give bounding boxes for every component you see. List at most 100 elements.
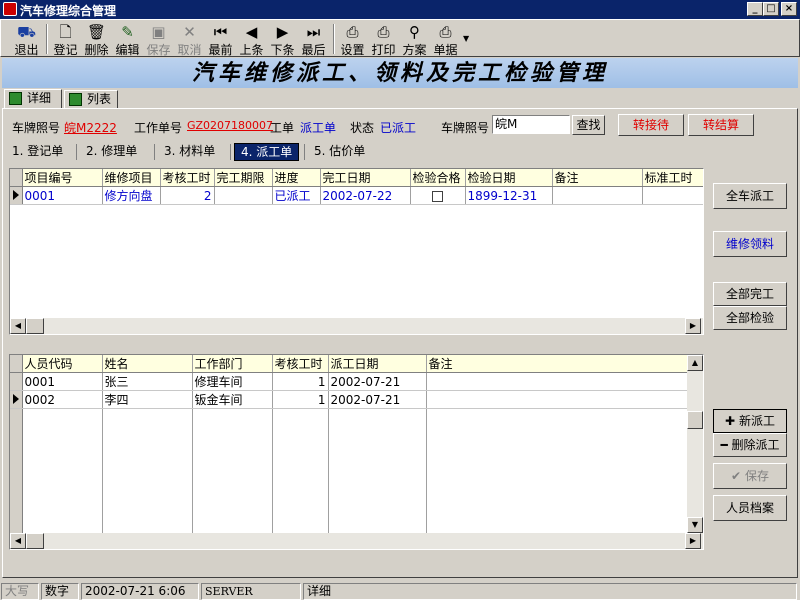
col-header[interactable]: 备注	[426, 355, 688, 373]
cell[interactable]: 2002-07-21	[328, 372, 427, 391]
items-horizontal-scrollbar[interactable]: ◀ ▶	[10, 318, 703, 334]
staff-header-row: 人员代码 姓名 工作部门 考核工时 派工日期 备注	[10, 355, 688, 373]
table-row[interactable]: 0001 修方向盘 2 已派工 2002-07-22 1899-12-31	[10, 186, 703, 205]
printer-icon: ⎙	[377, 23, 390, 41]
scroll-left-icon[interactable]: ◀	[10, 318, 26, 334]
cell[interactable]: 已派工	[272, 186, 321, 205]
col-header[interactable]: 派工日期	[328, 355, 427, 373]
scroll-down-icon[interactable]: ▼	[687, 517, 703, 533]
transfer-wait-button[interactable]: 转接待	[618, 114, 684, 136]
scroll-right-icon[interactable]: ▶	[685, 533, 701, 549]
col-header[interactable]: 进度	[272, 169, 321, 187]
cell[interactable]: 0002	[22, 390, 103, 409]
tab-detail[interactable]: 详细	[4, 89, 62, 109]
cell[interactable]: 0001	[22, 186, 103, 205]
cell[interactable]	[552, 186, 643, 205]
cancel-icon: ✕	[183, 23, 196, 41]
cell[interactable]	[410, 186, 466, 205]
scroll-thumb[interactable]	[26, 318, 44, 334]
col-header[interactable]: 完工期限	[214, 169, 273, 187]
search-button[interactable]: 查找	[572, 115, 605, 135]
prev-record-button[interactable]: ◀ 上条	[236, 23, 267, 57]
new-dispatch-button[interactable]: ✚ 新派工	[713, 409, 787, 433]
col-header[interactable]: 考核工时	[272, 355, 329, 373]
col-header[interactable]: 检验日期	[465, 169, 553, 187]
scroll-up-icon[interactable]: ▲	[687, 355, 703, 371]
cell[interactable]: 1	[272, 372, 329, 391]
staff-vertical-scrollbar[interactable]: ▲ ▼	[687, 355, 703, 533]
dropdown-arrow-icon[interactable]: ▼	[463, 34, 469, 43]
cell[interactable]: 2002-07-22	[320, 186, 411, 205]
col-header[interactable]: 项目编号	[22, 169, 103, 187]
col-header[interactable]: 姓名	[102, 355, 193, 373]
scroll-thumb[interactable]	[687, 411, 703, 429]
app-icon	[3, 2, 17, 16]
plate-search-input[interactable]: 皖M	[492, 115, 570, 134]
col-header[interactable]: 备注	[552, 169, 643, 187]
settings-button[interactable]: ⎙ 设置	[337, 23, 368, 57]
inspect-checkbox[interactable]	[432, 190, 443, 202]
save-dispatch-button[interactable]: ✔ 保存	[713, 463, 787, 489]
first-record-button[interactable]: ⏮ 最前	[205, 23, 236, 57]
cell[interactable]	[426, 372, 688, 391]
col-header[interactable]: 完工日期	[320, 169, 411, 187]
col-header[interactable]: 维修项目	[102, 169, 161, 187]
col-header[interactable]: 考核工时	[160, 169, 215, 187]
delete-button[interactable]: 🗑 删除	[81, 23, 112, 57]
table-row[interactable]: 0002 李四 钣金车间 1 2002-07-21	[10, 390, 688, 409]
scheme-button[interactable]: ⚲ 方案	[399, 23, 430, 57]
cell[interactable]: 张三	[102, 372, 193, 391]
document-button[interactable]: ⎙ 单据	[430, 23, 461, 57]
all-inspect-button[interactable]: 全部检验	[713, 306, 787, 330]
col-header[interactable]: 人员代码	[22, 355, 103, 373]
scroll-left-icon[interactable]: ◀	[10, 533, 26, 549]
subtab-estimate[interactable]: 5. 估价单	[308, 143, 371, 161]
cell[interactable]	[426, 390, 688, 409]
cell[interactable]: 2002-07-21	[328, 390, 427, 409]
cell[interactable]: 2	[160, 186, 215, 205]
cell[interactable]: 1	[272, 390, 329, 409]
all-dispatch-button[interactable]: 全车派工	[713, 183, 787, 209]
print-button[interactable]: ⎙ 打印	[368, 23, 399, 57]
save-toolbar-button[interactable]: ▣ 保存	[143, 23, 174, 57]
cell[interactable]: 1899-12-31	[465, 186, 553, 205]
repair-material-button[interactable]: 维修领料	[713, 231, 787, 257]
register-button[interactable]: 🗋 登记	[50, 23, 81, 57]
cell[interactable]: 0001	[22, 372, 103, 391]
minimize-button[interactable]: _	[747, 2, 763, 16]
subtab-material[interactable]: 3. 材料单	[158, 143, 221, 161]
cell[interactable]: 修方向盘	[102, 186, 161, 205]
all-done-button[interactable]: 全部完工	[713, 282, 787, 306]
subtab-dispatch[interactable]: 4. 派工单	[234, 143, 300, 161]
subtab-repair[interactable]: 2. 修理单	[80, 143, 143, 161]
close-button[interactable]: ×	[781, 2, 797, 16]
next-record-button[interactable]: ▶ 下条	[267, 23, 298, 57]
staff-horizontal-scrollbar[interactable]: ◀ ▶	[10, 533, 703, 549]
staff-archive-button[interactable]: 人员档案	[713, 495, 787, 521]
delete-dispatch-button[interactable]: ━ 删除派工	[713, 433, 787, 457]
row-pointer-icon	[13, 189, 19, 200]
last-record-button[interactable]: ⏭ 最后	[298, 23, 329, 57]
cell[interactable]	[214, 186, 273, 205]
scroll-right-icon[interactable]: ▶	[685, 318, 701, 334]
edit-button[interactable]: ✎ 编辑	[112, 23, 143, 57]
col-header[interactable]: 标准工时	[642, 169, 703, 187]
cancel-toolbar-button[interactable]: ✕ 取消	[174, 23, 205, 57]
empty-area	[10, 408, 688, 537]
tab-list[interactable]: 列表	[64, 90, 118, 109]
settings-printer-icon: ⎙	[346, 23, 359, 41]
cell[interactable]	[642, 186, 703, 205]
scroll-thumb[interactable]	[26, 533, 44, 549]
table-row[interactable]: 0001 张三 修理车间 1 2002-07-21	[10, 372, 688, 391]
exit-button[interactable]: ⛟ 退出	[11, 23, 42, 57]
subtab-register[interactable]: 1. 登记单	[6, 143, 69, 161]
cell[interactable]: 修理车间	[192, 372, 273, 391]
cell[interactable]: 李四	[102, 390, 193, 409]
col-header[interactable]: 工作部门	[192, 355, 273, 373]
pencil-icon: ✎	[121, 23, 134, 41]
cell[interactable]: 钣金车间	[192, 390, 273, 409]
col-header[interactable]: 检验合格	[410, 169, 466, 187]
transfer-settle-button[interactable]: 转结算	[688, 114, 754, 136]
current-row-indicator	[10, 390, 23, 409]
maximize-button[interactable]: □	[763, 2, 779, 16]
